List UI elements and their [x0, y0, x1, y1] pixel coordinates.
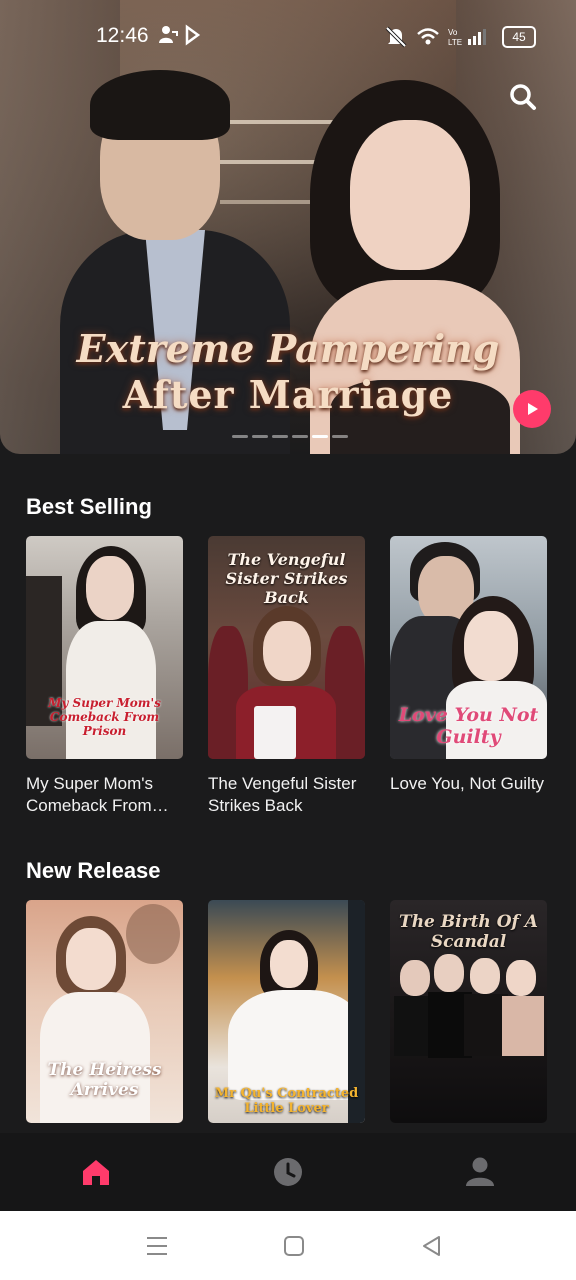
section-title-best-selling: Best Selling: [26, 494, 152, 519]
poster-title-text: The Birth Of A Scandal: [399, 912, 538, 952]
drama-card[interactable]: The Birth Of A Scandal: [390, 900, 547, 1123]
battery-indicator: 45: [502, 26, 536, 48]
poster-title-text: The Vengeful Sister Strikes Back: [225, 550, 348, 607]
bottom-tab-bar: [0, 1133, 576, 1211]
status-notification-icons: [158, 24, 202, 46]
search-button[interactable]: [508, 82, 538, 112]
app-notification-icon: [185, 24, 201, 46]
drama-title: My Super Mom's Comeback From Prison: [26, 774, 153, 815]
carousel-dot: [332, 435, 348, 438]
profile-icon: [466, 1157, 494, 1186]
drama-card[interactable]: Love You Not Guilty Love You, Not Guilty: [390, 536, 547, 795]
drama-title: Love You, Not Guilty: [390, 774, 545, 793]
poster-title-text: The Heiress Arrives: [47, 1060, 162, 1100]
drama-card[interactable]: The Heiress Arrives: [26, 900, 183, 1123]
drama-card[interactable]: Mr Qu's Contracted Little Lover: [208, 900, 365, 1123]
drama-poster[interactable]: Mr Qu's Contracted Little Lover: [208, 900, 365, 1123]
drama-poster[interactable]: Love You Not Guilty: [390, 536, 547, 759]
carousel-dot: [272, 435, 288, 438]
status-system-icons: Vo LTE: [384, 26, 486, 48]
square-icon: [284, 1236, 304, 1256]
status-bar: 12:46 Vo LTE 45: [0, 0, 576, 72]
home-icon: [83, 1160, 109, 1185]
section-title-new-release: New Release: [26, 858, 161, 883]
carousel-dot: [252, 435, 268, 438]
poster-title-text: Love You Not Guilty: [398, 704, 539, 748]
system-navigation-bar: [0, 1211, 576, 1280]
carousel-indicator: [232, 435, 348, 438]
hero-title-line1: Extreme Pampering: [76, 326, 500, 371]
tab-profile[interactable]: [463, 1155, 497, 1189]
drama-card[interactable]: The Vengeful Sister Strikes Back The Ven…: [208, 536, 365, 817]
play-icon: [528, 403, 538, 415]
nav-home-button[interactable]: [279, 1231, 309, 1261]
poster-title-text: My Super Mom's Comeback From Prison: [48, 696, 161, 738]
carousel-dot-active: [312, 435, 328, 438]
person-notification-icon: [159, 26, 178, 43]
status-time: 12:46: [96, 24, 149, 47]
clock-icon: [274, 1158, 302, 1186]
drama-poster[interactable]: The Vengeful Sister Strikes Back: [208, 536, 365, 759]
nav-back-button[interactable]: [417, 1231, 447, 1261]
drama-title: The Vengeful Sister Strikes Back: [208, 774, 357, 815]
drama-poster[interactable]: The Heiress Arrives: [26, 900, 183, 1123]
carousel-dot: [232, 435, 248, 438]
poster-title-text: Mr Qu's Contracted Little Lover: [214, 1086, 359, 1116]
hero-title-line2: After Marriage: [122, 372, 454, 417]
drama-card[interactable]: My Super Mom's Comeback From Prison My S…: [26, 536, 183, 817]
carousel-dot: [292, 435, 308, 438]
search-icon: [510, 84, 536, 110]
drama-poster[interactable]: The Birth Of A Scandal: [390, 900, 547, 1123]
svg-text:LTE: LTE: [448, 38, 462, 47]
volte-signal-icon: Vo LTE: [448, 28, 486, 47]
play-button[interactable]: [513, 390, 551, 428]
tab-history[interactable]: [271, 1155, 305, 1189]
menu-icon: [147, 1237, 167, 1255]
back-triangle-icon: [423, 1236, 440, 1256]
svg-text:Vo: Vo: [448, 28, 458, 37]
drama-poster[interactable]: My Super Mom's Comeback From Prison: [26, 536, 183, 759]
tab-home[interactable]: [79, 1155, 113, 1189]
nav-menu-button[interactable]: [142, 1231, 172, 1261]
mute-icon: [385, 26, 407, 48]
wifi-icon: [417, 28, 439, 45]
